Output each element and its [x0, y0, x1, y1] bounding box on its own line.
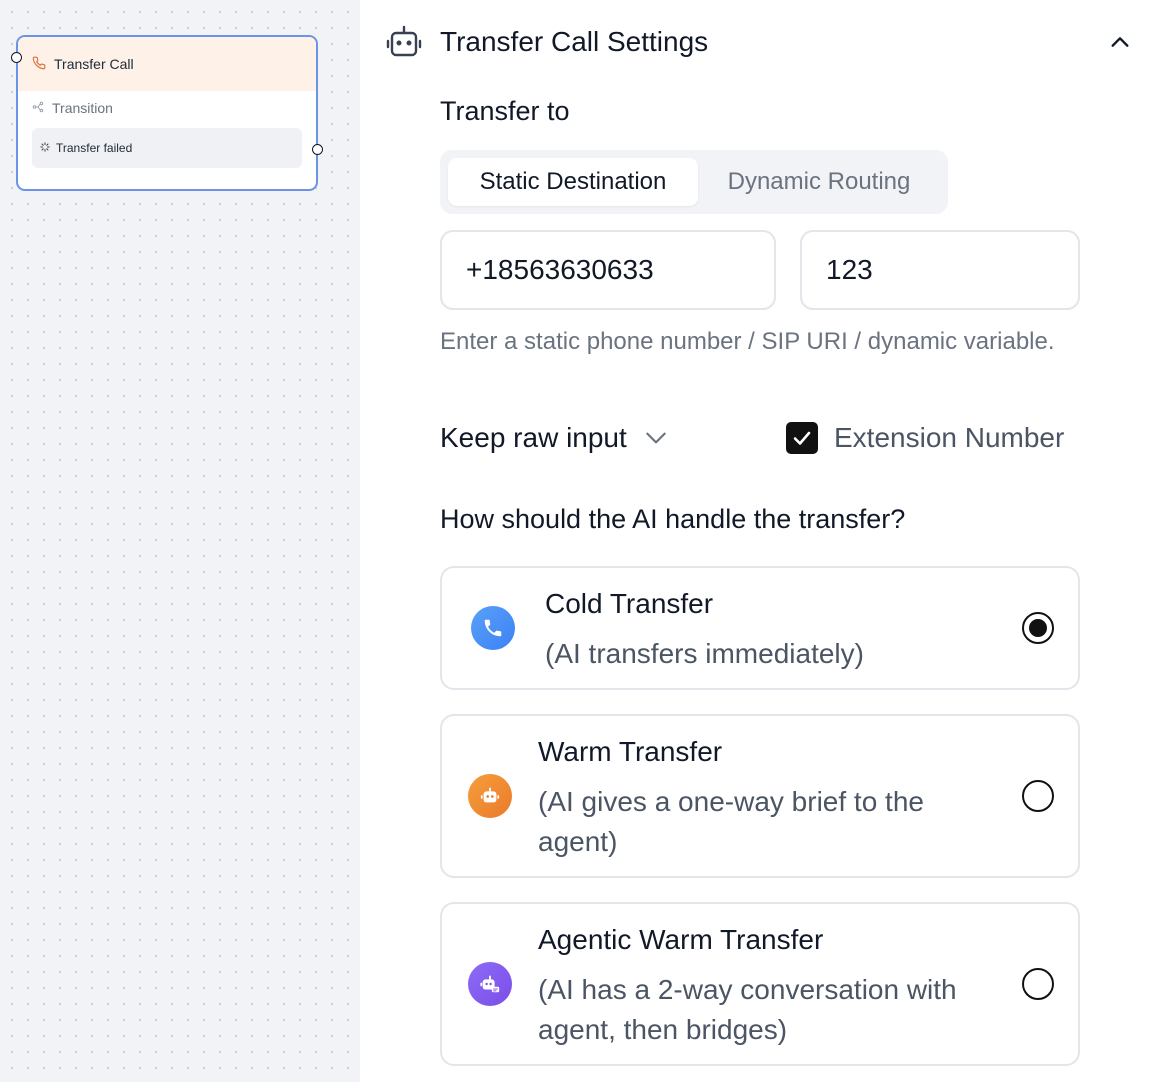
radio-unselected[interactable] — [1022, 780, 1054, 812]
radio-unselected[interactable] — [1022, 968, 1054, 1000]
bot-icon — [386, 25, 422, 57]
option-title: Cold Transfer — [545, 588, 714, 619]
branch-icon — [32, 100, 44, 116]
check-icon — [793, 431, 811, 445]
extension-input[interactable] — [800, 230, 1080, 310]
extension-number-label: Extension Number — [834, 422, 1065, 453]
workflow-canvas[interactable]: Transfer Call Transition Transfer failed — [0, 0, 360, 1082]
option-warm-transfer[interactable]: Warm Transfer (AI gives a one-way brief … — [440, 714, 1080, 878]
node-transition-row: Transition — [18, 91, 316, 125]
radio-selected[interactable] — [1022, 612, 1054, 644]
node-title: Transfer Call — [54, 56, 134, 72]
checkbox-checked[interactable] — [786, 422, 818, 454]
chevron-down-icon — [646, 432, 666, 444]
option-description: (AI gives a one-way brief to the agent) — [538, 786, 924, 857]
collapse-button[interactable] — [1104, 26, 1136, 58]
phone-icon — [32, 56, 46, 73]
tab-dynamic-routing[interactable]: Dynamic Routing — [698, 158, 940, 206]
settings-panel: Transfer Call Settings Transfer to Stati… — [360, 0, 1156, 1082]
option-agentic-warm-transfer[interactable]: Agentic Warm Transfer (AI has a 2-way co… — [440, 902, 1080, 1066]
phone-icon — [471, 606, 515, 650]
format-select[interactable]: Keep raw input — [440, 418, 669, 458]
option-description: (AI has a 2-way conversation with agent,… — [538, 974, 957, 1045]
transfer-to-label: Transfer to — [440, 96, 570, 126]
format-select-value: Keep raw input — [440, 422, 627, 453]
node-input-handle[interactable] — [11, 52, 22, 63]
loader-icon — [40, 141, 50, 155]
node-header: Transfer Call — [18, 37, 316, 91]
chevron-up-icon — [1111, 37, 1129, 47]
extension-number-checkbox[interactable]: Extension Number — [786, 418, 1064, 458]
panel-header: Transfer Call Settings — [386, 22, 1136, 62]
option-description: (AI transfers immediately) — [545, 638, 864, 669]
panel-title: Transfer Call Settings — [440, 26, 709, 57]
radio-dot — [1029, 619, 1047, 637]
option-title: Warm Transfer — [538, 736, 723, 767]
transfer-call-node[interactable]: Transfer Call Transition Transfer failed — [11, 35, 323, 191]
tab-static-destination[interactable]: Static Destination — [448, 158, 698, 206]
node-output-handle[interactable] — [312, 144, 323, 155]
option-cold-transfer[interactable]: Cold Transfer (AI transfers immediately) — [440, 566, 1080, 690]
robot-chat-icon — [468, 962, 512, 1006]
phone-number-input[interactable] — [440, 230, 776, 310]
option-title: Agentic Warm Transfer — [538, 924, 824, 955]
destination-hint: Enter a static phone number / SIP URI / … — [440, 328, 1055, 355]
transition-label: Transition — [52, 100, 113, 116]
transfer-failed-label: Transfer failed — [56, 141, 133, 155]
transfer-mode-tabs: Static Destination Dynamic Routing — [440, 150, 948, 214]
transfer-failed-edge[interactable]: Transfer failed — [32, 128, 302, 168]
robot-icon — [468, 774, 512, 818]
transfer-question: How should the AI handle the transfer? — [440, 504, 906, 534]
